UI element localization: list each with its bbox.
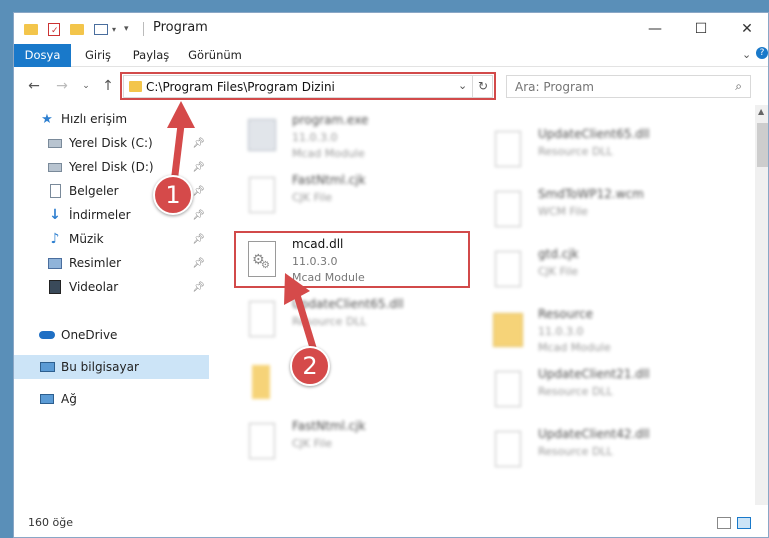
arrow-1-head [167, 101, 195, 128]
step-1-badge: 1 [153, 175, 193, 215]
step-2-badge: 2 [290, 346, 330, 386]
explorer-window: ✓ ▾ ▾ Program — ☐ ✕ Dosya Giriş Paylaş G… [13, 12, 769, 538]
arrow-2-shaft [293, 293, 318, 353]
annotation-arrows [167, 101, 318, 353]
